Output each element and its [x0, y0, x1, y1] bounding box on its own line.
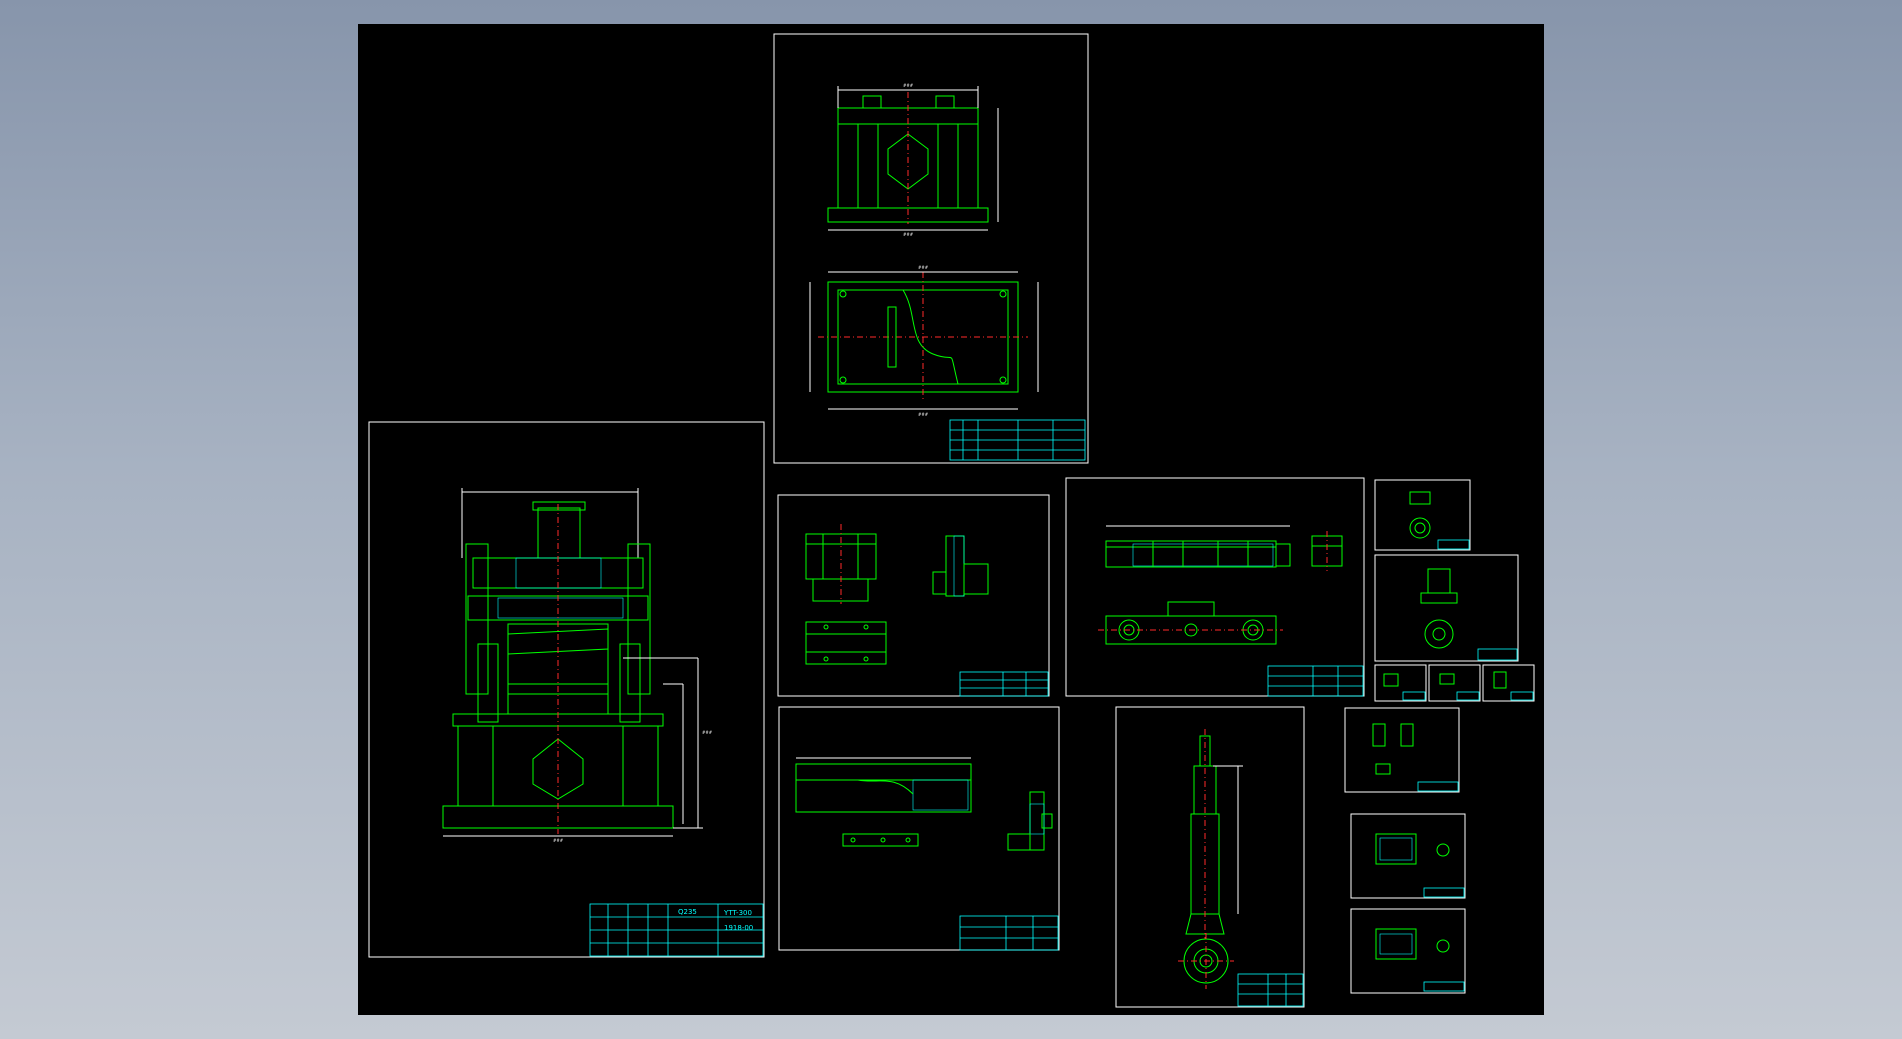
sheet-small-part-1[interactable]	[1374, 479, 1471, 551]
title-block-base	[949, 419, 1086, 461]
cad-model-space[interactable]: ### ### ### ### ### ### Q235 YTT-300 191…	[358, 24, 1544, 1015]
tb-code: YTT-300	[723, 909, 752, 917]
sheet-small-part-2[interactable]	[1374, 554, 1519, 662]
sheet-main-assembly[interactable]: ### ### Q235 YTT-300 1918-00	[368, 421, 765, 958]
cad-drawing[interactable]: ### ### ### ### ### ### Q235 YTT-300 191…	[358, 24, 1544, 1015]
sheet-small-part-3[interactable]	[1374, 664, 1427, 702]
svg-text:###: ###	[918, 265, 929, 270]
svg-text:###: ###	[553, 838, 564, 843]
title-block-upper-beam	[1267, 665, 1364, 697]
svg-text:###: ###	[903, 83, 914, 88]
title-block-main: Q235 YTT-300 1918-00	[589, 903, 764, 957]
sheet-small-part-7[interactable]	[1350, 813, 1466, 899]
sheet-small-part-8[interactable]	[1350, 908, 1466, 994]
sheet-small-part-4[interactable]	[1428, 664, 1481, 702]
sheet-slider[interactable]	[777, 494, 1050, 697]
sheet-small-part-6[interactable]	[1344, 707, 1460, 793]
tb-material: Q235	[678, 908, 697, 916]
tb-scale: 1918-00	[724, 924, 753, 932]
svg-text:###: ###	[918, 412, 929, 417]
sheet-lower-beam[interactable]	[778, 706, 1060, 951]
sheet-base[interactable]: ### ### ### ###	[773, 33, 1089, 464]
sheet-small-part-5[interactable]	[1482, 664, 1535, 702]
sheet-column[interactable]	[1115, 706, 1305, 1008]
title-block-lower-beam	[959, 915, 1059, 951]
svg-text:###: ###	[903, 232, 914, 237]
title-block-column	[1237, 973, 1304, 1007]
sheet-upper-beam[interactable]	[1065, 477, 1365, 697]
svg-text:###: ###	[702, 730, 713, 735]
title-block-slider	[959, 671, 1049, 697]
